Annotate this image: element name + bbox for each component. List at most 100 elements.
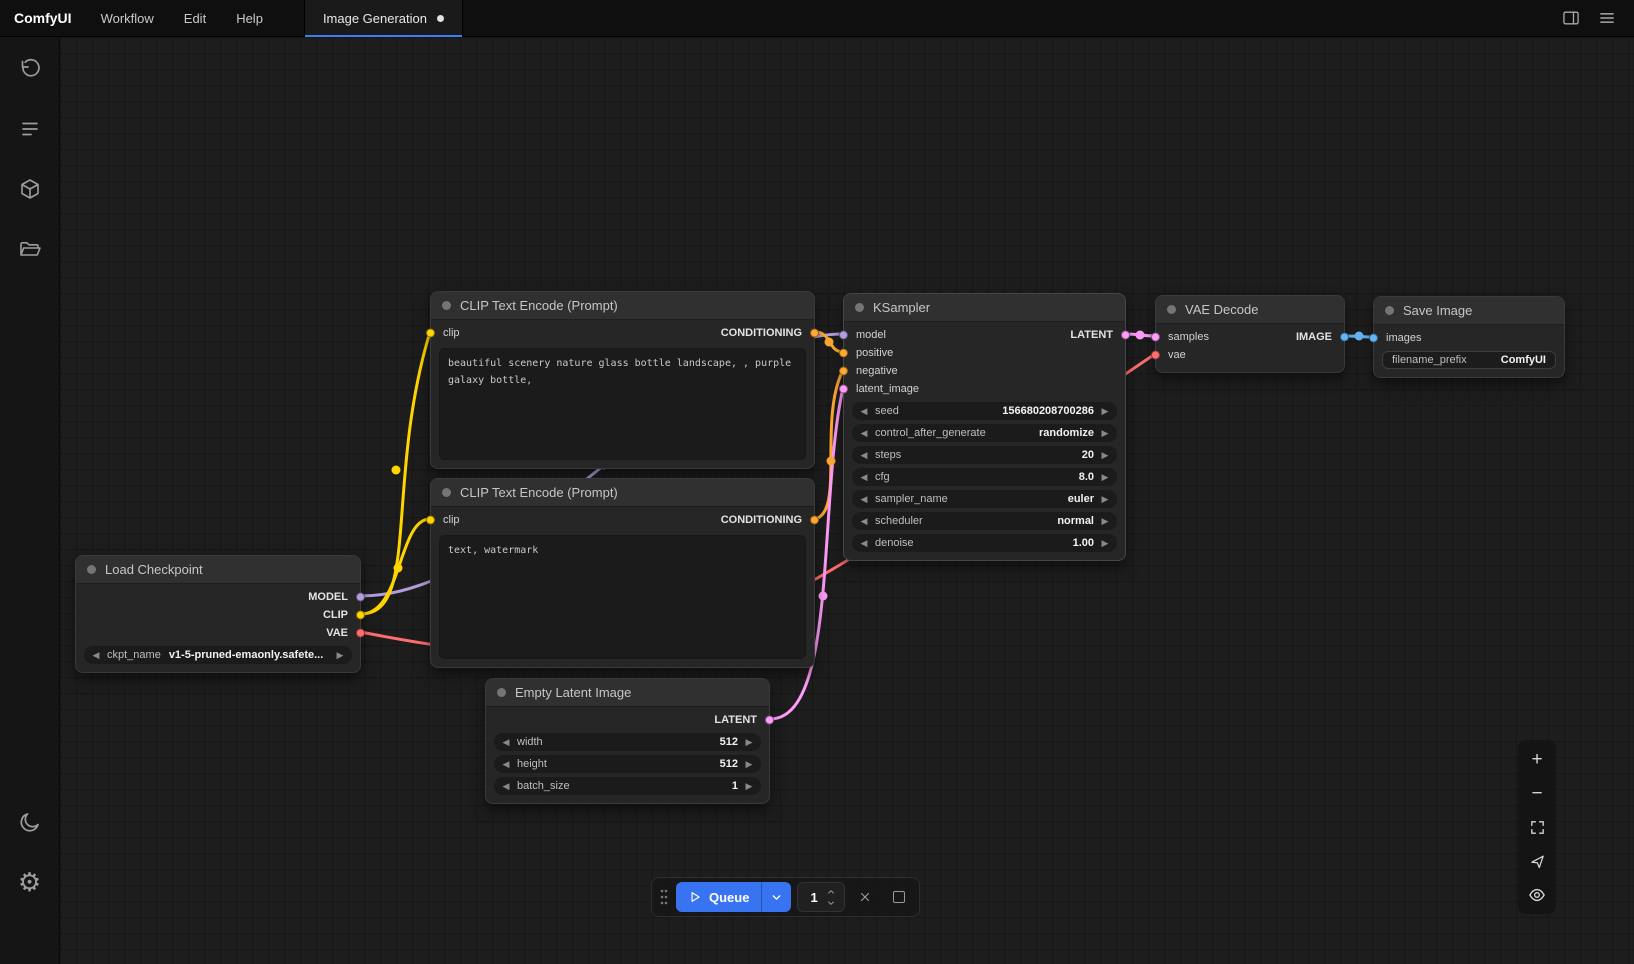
- widget-sampler-name[interactable]: ◀ sampler_name euler ▶: [852, 490, 1117, 508]
- increment-arrow-icon[interactable]: ▶: [742, 755, 756, 773]
- increment-arrow-icon[interactable]: ▶: [1098, 446, 1112, 464]
- widget-scheduler[interactable]: ◀ scheduler normal ▶: [852, 512, 1117, 530]
- output-dot-vae[interactable]: [356, 629, 365, 638]
- decrement-arrow-icon[interactable]: ◀: [499, 777, 513, 795]
- batch-count-stepper[interactable]: 1: [797, 882, 844, 912]
- select-mode-cursor-icon[interactable]: [1524, 850, 1550, 872]
- widget-seed[interactable]: ◀ seed 156680208700286 ▶: [852, 402, 1117, 420]
- input-dot-samples[interactable]: [1151, 333, 1160, 342]
- input-dot-images[interactable]: [1369, 334, 1378, 343]
- node-title-bar[interactable]: VAE Decode: [1156, 296, 1344, 324]
- output-dot-clip[interactable]: [356, 611, 365, 620]
- widget-height[interactable]: ◀ height 512 ▶: [494, 755, 761, 773]
- input-dot-model[interactable]: [839, 331, 848, 340]
- prompt-textarea[interactable]: text, watermark: [439, 535, 806, 659]
- increment-batch-icon[interactable]: [824, 887, 838, 897]
- stop-queue-icon[interactable]: [885, 883, 913, 911]
- increment-arrow-icon[interactable]: ▶: [1098, 468, 1112, 486]
- widget-cfg[interactable]: ◀ cfg 8.0 ▶: [852, 468, 1117, 486]
- decrement-arrow-icon[interactable]: ◀: [857, 512, 871, 530]
- decrement-arrow-icon[interactable]: ◀: [857, 490, 871, 508]
- input-dot-vae[interactable]: [1151, 351, 1160, 360]
- collapse-dot-icon[interactable]: [497, 688, 506, 697]
- output-dot-conditioning[interactable]: [810, 516, 819, 525]
- increment-arrow-icon[interactable]: ▶: [742, 733, 756, 751]
- fit-view-icon[interactable]: [1524, 816, 1550, 838]
- node-load-checkpoint[interactable]: Load Checkpoint MODEL CLIP VAE ◀ ckpt_na…: [75, 555, 361, 673]
- decrement-arrow-icon[interactable]: ◀: [857, 402, 871, 420]
- toggle-link-visibility-eye-icon[interactable]: [1524, 884, 1550, 906]
- collapse-dot-icon[interactable]: [855, 303, 864, 312]
- queue-icon[interactable]: [8, 107, 52, 151]
- node-title-bar[interactable]: CLIP Text Encode (Prompt): [431, 479, 814, 507]
- theme-toggle-moon-icon[interactable]: [8, 800, 52, 844]
- history-icon[interactable]: [8, 47, 52, 91]
- output-dot-latent[interactable]: [765, 716, 774, 725]
- node-title-bar[interactable]: Empty Latent Image: [486, 679, 769, 707]
- node-title-bar[interactable]: Load Checkpoint: [76, 556, 360, 584]
- decrement-arrow-icon[interactable]: ◀: [857, 446, 871, 464]
- app-logo[interactable]: ComfyUI: [0, 10, 86, 26]
- zoom-in-button[interactable]: +: [1524, 748, 1550, 770]
- decrement-arrow-icon[interactable]: ◀: [499, 755, 513, 773]
- model-library-icon[interactable]: [8, 167, 52, 211]
- node-clip-text-encode-negative[interactable]: CLIP Text Encode (Prompt) clip CONDITION…: [430, 478, 815, 668]
- node-vae-decode[interactable]: VAE Decode samples IMAGE vae: [1155, 295, 1345, 373]
- output-dot-model[interactable]: [356, 593, 365, 602]
- decrement-arrow-icon[interactable]: ◀: [499, 733, 513, 751]
- queue-button[interactable]: Queue: [676, 890, 761, 905]
- increment-arrow-icon[interactable]: ▶: [1098, 512, 1112, 530]
- input-dot-clip[interactable]: [426, 516, 435, 525]
- node-title-bar[interactable]: CLIP Text Encode (Prompt): [431, 292, 814, 320]
- output-dot-conditioning[interactable]: [810, 329, 819, 338]
- node-ksampler[interactable]: KSampler model LATENT positive negative …: [843, 293, 1126, 561]
- widget-width[interactable]: ◀ width 512 ▶: [494, 733, 761, 751]
- widget-filename-prefix[interactable]: filename_prefix ComfyUI: [1382, 351, 1556, 369]
- toggle-bottom-panel-icon[interactable]: [1558, 5, 1584, 31]
- decrement-arrow-icon[interactable]: ◀: [857, 424, 871, 442]
- drag-handle-icon[interactable]: [658, 883, 670, 911]
- queue-options-chevron-icon[interactable]: [761, 882, 791, 912]
- node-empty-latent-image[interactable]: Empty Latent Image LATENT ◀ width 512 ▶ …: [485, 678, 770, 804]
- increment-arrow-icon[interactable]: ▶: [1098, 402, 1112, 420]
- settings-gear-icon[interactable]: ⚙: [8, 860, 52, 904]
- menu-edit[interactable]: Edit: [169, 0, 221, 37]
- prompt-textarea[interactable]: beautiful scenery nature glass bottle la…: [439, 348, 806, 460]
- input-dot-latent-image[interactable]: [839, 385, 848, 394]
- increment-arrow-icon[interactable]: ▶: [333, 646, 347, 664]
- decrement-arrow-icon[interactable]: ◀: [857, 534, 871, 552]
- workflows-folder-icon[interactable]: [8, 227, 52, 271]
- widget-denoise[interactable]: ◀ denoise 1.00 ▶: [852, 534, 1117, 552]
- input-dot-negative[interactable]: [839, 367, 848, 376]
- hamburger-menu-icon[interactable]: [1594, 5, 1620, 31]
- increment-arrow-icon[interactable]: ▶: [742, 777, 756, 795]
- node-title-bar[interactable]: KSampler: [844, 294, 1125, 322]
- decrement-arrow-icon[interactable]: ◀: [857, 468, 871, 486]
- tab-image-generation[interactable]: Image Generation: [304, 0, 463, 37]
- decrement-batch-icon[interactable]: [824, 898, 838, 908]
- node-title-bar[interactable]: Save Image: [1374, 297, 1564, 325]
- collapse-dot-icon[interactable]: [1167, 305, 1176, 314]
- node-save-image[interactable]: Save Image images filename_prefix ComfyU…: [1373, 296, 1565, 378]
- widget-batch-size[interactable]: ◀ batch_size 1 ▶: [494, 777, 761, 795]
- input-dot-positive[interactable]: [839, 349, 848, 358]
- widget-control-after-generate[interactable]: ◀ control_after_generate randomize ▶: [852, 424, 1117, 442]
- collapse-dot-icon[interactable]: [87, 565, 96, 574]
- output-dot-latent[interactable]: [1121, 331, 1130, 340]
- menu-help[interactable]: Help: [221, 0, 278, 37]
- collapse-dot-icon[interactable]: [442, 488, 451, 497]
- increment-arrow-icon[interactable]: ▶: [1098, 490, 1112, 508]
- output-dot-image[interactable]: [1340, 333, 1349, 342]
- increment-arrow-icon[interactable]: ▶: [1098, 534, 1112, 552]
- input-dot-clip[interactable]: [426, 329, 435, 338]
- collapse-dot-icon[interactable]: [442, 301, 451, 310]
- widget-steps[interactable]: ◀ steps 20 ▶: [852, 446, 1117, 464]
- collapse-dot-icon[interactable]: [1385, 306, 1394, 315]
- zoom-out-button[interactable]: −: [1524, 782, 1550, 804]
- cancel-run-icon[interactable]: [851, 883, 879, 911]
- widget-ckpt-name[interactable]: ◀ ckpt_name v1-5-pruned-emaonly.safete..…: [84, 646, 352, 664]
- increment-arrow-icon[interactable]: ▶: [1098, 424, 1112, 442]
- node-clip-text-encode-positive[interactable]: CLIP Text Encode (Prompt) clip CONDITION…: [430, 291, 815, 469]
- decrement-arrow-icon[interactable]: ◀: [89, 646, 103, 664]
- menu-workflow[interactable]: Workflow: [86, 0, 169, 37]
